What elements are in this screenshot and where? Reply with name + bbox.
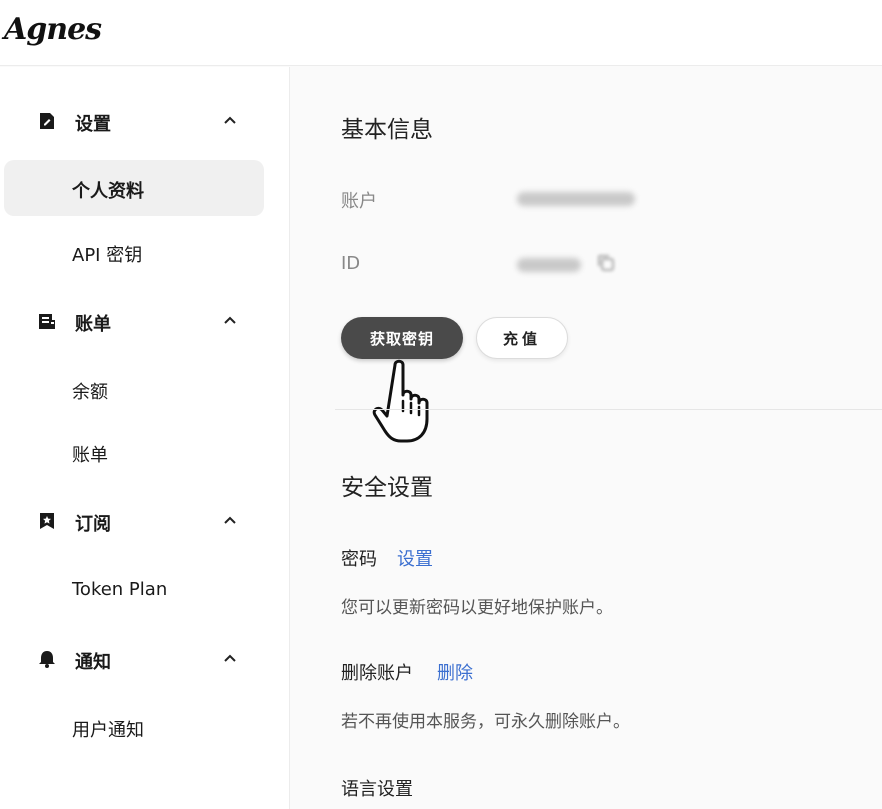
sidebar-item-label: 用户通知: [72, 720, 144, 741]
sidebar-group-subscription[interactable]: 订阅: [0, 501, 290, 541]
bill-icon: [39, 314, 55, 329]
bell-icon: [39, 651, 55, 668]
language-settings-title: 语言设置: [341, 779, 413, 800]
bookmark-star-icon: [40, 513, 54, 529]
sidebar-item-api-key[interactable]: API 密钥: [4, 224, 264, 280]
chevron-up-icon[interactable]: [222, 651, 238, 667]
password-description: 您可以更新密码以更好地保护账户。: [341, 598, 613, 618]
account-value-redacted: [517, 192, 635, 206]
delete-account-description: 若不再使用本服务，可永久删除账户。: [341, 712, 630, 732]
main-content: 基本信息 账户 ID 获取密钥 充值 安全设置 密码 设置 您可以更新密码以更好…: [291, 67, 882, 809]
security-settings-title: 安全设置: [341, 475, 433, 501]
account-label: 账户: [341, 191, 377, 212]
sidebar-item-user-notifications[interactable]: 用户通知: [4, 699, 264, 755]
sidebar-group-label: 订阅: [75, 514, 111, 535]
sidebar-item-bills[interactable]: 账单: [4, 424, 264, 480]
id-value-redacted: [517, 258, 581, 272]
sidebar-item-label: Token Plan: [72, 579, 168, 600]
agnes-logo[interactable]: Agnes: [4, 12, 102, 47]
sidebar-item-label: 账单: [72, 445, 108, 466]
chevron-up-icon[interactable]: [222, 113, 238, 129]
password-label: 密码: [341, 549, 377, 570]
document-icon: [40, 113, 54, 129]
recharge-button[interactable]: 充值: [476, 317, 568, 359]
sidebar-item-label: 个人资料: [72, 181, 144, 202]
chevron-up-icon[interactable]: [222, 313, 238, 329]
sidebar-group-label: 账单: [75, 314, 111, 335]
sidebar-item-label: API 密钥: [72, 245, 143, 266]
sidebar: 设置 个人资料 API 密钥 账单 余额 账单 订阅 Token Plan 通知…: [0, 67, 290, 809]
sidebar-item-profile[interactable]: 个人资料: [4, 160, 264, 216]
section-divider: [335, 409, 882, 410]
get-key-button[interactable]: 获取密钥: [341, 317, 463, 359]
sidebar-item-label: 余额: [72, 382, 108, 403]
copy-icon[interactable]: [596, 253, 616, 273]
hand-pointer-cursor-icon: [372, 359, 429, 443]
id-label: ID: [341, 253, 361, 274]
sidebar-item-token-plan[interactable]: Token Plan: [4, 562, 264, 618]
chevron-up-icon[interactable]: [222, 513, 238, 529]
top-bar: Agnes: [0, 0, 882, 66]
delete-account-link[interactable]: 删除: [437, 659, 473, 685]
sidebar-group-billing[interactable]: 账单: [0, 301, 290, 341]
sidebar-group-label: 设置: [75, 114, 111, 135]
sidebar-item-balance[interactable]: 余额: [4, 361, 264, 417]
sidebar-group-label: 通知: [75, 652, 111, 673]
sidebar-group-notifications[interactable]: 通知: [0, 639, 290, 679]
password-set-link[interactable]: 设置: [397, 545, 433, 571]
basic-info-title: 基本信息: [341, 117, 433, 143]
delete-account-label: 删除账户: [341, 663, 413, 684]
sidebar-group-settings[interactable]: 设置: [0, 101, 290, 141]
